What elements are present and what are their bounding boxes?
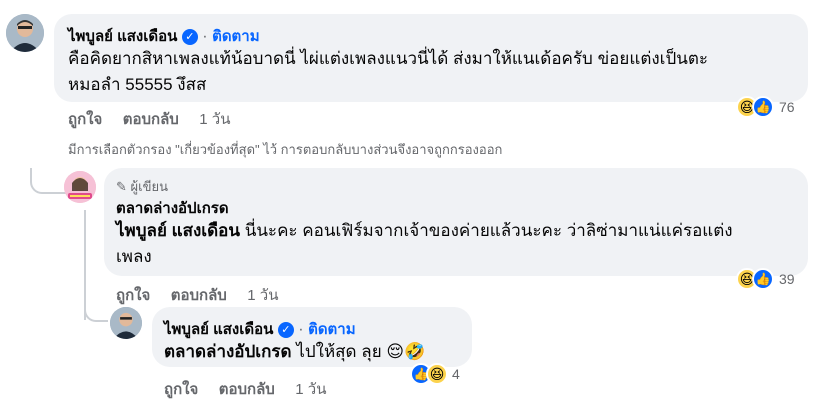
verified-icon: ✓ (181, 28, 198, 45)
reaction-count: 39 (779, 271, 795, 287)
like-button[interactable]: ถูกใจ (116, 287, 150, 304)
avatar-paiboon[interactable] (110, 307, 142, 339)
comment-time[interactable]: 1 วัน (247, 287, 278, 304)
thread-line-3 (84, 296, 108, 322)
reaction-summary[interactable]: 😆 👍 39 (736, 268, 795, 290)
comment-bubble-1: ไพบูลย์ แสงเดือน ✓ · ติดตาม คือคิดยากสิห… (54, 14, 808, 102)
filter-notice: มีการเลือกตัวกรอง "เกี่ยวข้องที่สุด" ไว้… (68, 142, 503, 157)
comment-author[interactable]: ตลาดล่างอัปเกรด (116, 200, 229, 217)
reply-button[interactable]: ตอบกลับ (171, 287, 227, 304)
like-reaction-icon: 👍 (752, 268, 774, 290)
mention-link[interactable]: ไพบูลย์ แสงเดือน (116, 221, 240, 240)
comment-text-line: เพลง (116, 247, 152, 266)
haha-reaction-icon: 😆 (426, 363, 448, 385)
reaction-summary[interactable]: 😆 👍 76 (736, 96, 795, 118)
reaction-summary[interactable]: 👍 😆 4 (410, 363, 460, 385)
comment-author[interactable]: ไพบูลย์ แสงเดือน (68, 28, 177, 45)
comment-text: ตลาดล่างอัปเกรด ไปให้สุด ลุย 😌🤣 (164, 339, 425, 365)
reply-button[interactable]: ตอบกลับ (219, 381, 275, 398)
comment-actions: ถูกใจ ตอบกลับ 1 วัน (68, 107, 230, 131)
pencil-icon: ✎ (116, 179, 127, 194)
reply-button[interactable]: ตอบกลับ (123, 111, 179, 128)
like-button[interactable]: ถูกใจ (68, 111, 102, 128)
avatar-page[interactable] (64, 171, 96, 203)
like-reaction-icon: 👍 (752, 96, 774, 118)
verified-icon: ✓ (277, 321, 294, 338)
comment-author[interactable]: ไพบูลย์ แสงเดือน (164, 321, 273, 338)
comment-text-line: คือคิดยากสิหาเพลงแท้น้อบาดนี่ ไผ่แต่งเพล… (68, 49, 709, 68)
comment-text-line: หมอลำ 55555 งึสส (68, 75, 207, 94)
comment-text: คือคิดยากสิหาเพลงแท้น้อบาดนี่ ไผ่แต่งเพล… (68, 46, 708, 98)
comment-bubble-2: ✎ ผู้เขียน ตลาดล่างอัปเกรด ไพบูลย์ แสงเด… (104, 168, 808, 276)
comment-actions: ถูกใจ ตอบกลับ 1 วัน (116, 283, 278, 307)
follow-button[interactable]: ติดตาม (308, 321, 356, 338)
avatar-photo-icon (110, 307, 142, 339)
reaction-count: 76 (779, 99, 795, 115)
avatar-photo-icon (6, 14, 44, 52)
comment-text: ไพบูลย์ แสงเดือน นี่นะคะ คอนเฟิร์มจากเจ้… (116, 218, 733, 270)
like-button[interactable]: ถูกใจ (164, 381, 198, 398)
comment-time[interactable]: 1 วัน (295, 381, 326, 398)
follow-button[interactable]: ติดตาม (212, 28, 260, 45)
avatar-paiboon[interactable] (6, 14, 44, 52)
mention-link[interactable]: ตลาดล่างอัปเกรด (164, 342, 292, 361)
comment-text-line: ไปให้สุด ลุย 😌🤣 (291, 342, 426, 361)
author-badge: ผู้เขียน (130, 179, 168, 194)
reaction-count: 4 (452, 366, 460, 382)
comment-bubble-3: ไพบูลย์ แสงเดือน ✓ · ติดตาม ตลาดล่างอัปเ… (152, 307, 472, 367)
comment-actions: ถูกใจ ตอบกลับ 1 วัน (164, 377, 326, 401)
comment-text-line: นี่นะคะ คอนเฟิร์มจากเจ้าของค่ายแล้วนะคะ … (239, 221, 733, 240)
comment-time[interactable]: 1 วัน (199, 111, 230, 128)
page-avatar-icon (64, 171, 96, 203)
